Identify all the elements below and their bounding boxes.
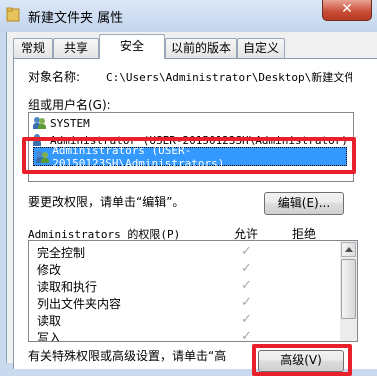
- permission-row: 写入: [37, 329, 62, 342]
- permission-name: 读取: [37, 314, 62, 328]
- tab-general[interactable]: 常规: [13, 38, 53, 58]
- permission-name: 修改: [37, 263, 62, 277]
- permission-row: 读取: [37, 312, 61, 328]
- allow-check-icon: ✓: [241, 295, 252, 310]
- permissions-list[interactable]: 完全控制 ✓ 修改 ✓ 读取和执行 ✓ 列出文件夹内容 ✓ 读取 ✓ 写入 ✓: [28, 240, 342, 342]
- tab-label: 以前的版本: [170, 41, 231, 55]
- tab-sharing[interactable]: 共享: [53, 38, 99, 58]
- permission-row: 列出文件夹内容: [37, 295, 121, 311]
- permission-name: 完全控制: [37, 246, 86, 260]
- permission-name: 读取和执行: [37, 280, 98, 294]
- users-icon: [33, 117, 47, 129]
- permissions-scrollbar[interactable]: [340, 240, 358, 342]
- permission-row: 读取和执行: [37, 278, 97, 294]
- special-permissions-hint: 有关特殊权限或高级设置，请单击“高: [28, 349, 227, 363]
- tab-customize[interactable]: 自定义: [237, 38, 285, 58]
- allow-check-icon: ✓: [241, 278, 252, 293]
- permission-name: 列出文件夹内容: [37, 297, 122, 311]
- chevron-up-icon: [345, 247, 353, 252]
- permission-row: 修改: [37, 261, 61, 277]
- scroll-up-button[interactable]: [341, 242, 356, 257]
- tab-label: 安全: [119, 39, 144, 53]
- tab-label: 自定义: [242, 41, 279, 55]
- window-title: 新建文件夹 属性: [28, 11, 124, 26]
- highlight-box: [252, 344, 352, 376]
- edit-button[interactable]: 编辑(E)...: [264, 192, 344, 215]
- object-name-label: 对象名称:: [28, 70, 81, 84]
- list-item[interactable]: SYSTEM: [33, 114, 90, 132]
- edit-button-label: 编辑(E)...: [277, 196, 331, 210]
- allow-check-icon: ✓: [241, 329, 252, 342]
- tab-security[interactable]: 安全: [99, 34, 165, 59]
- permission-name: 写入: [37, 331, 62, 342]
- folder-icon: [6, 7, 20, 22]
- close-icon: ✕: [341, 1, 353, 17]
- close-button[interactable]: ✕: [322, 0, 372, 21]
- tab-label: 共享: [63, 41, 88, 55]
- allow-check-icon: ✓: [241, 244, 252, 259]
- tab-label: 常规: [20, 41, 45, 55]
- scroll-thumb[interactable]: [341, 259, 356, 319]
- highlight-box: [22, 137, 356, 174]
- allow-check-icon: ✓: [241, 261, 252, 276]
- change-hint: 要更改权限，请单击“编辑”。: [28, 195, 185, 209]
- allow-check-icon: ✓: [241, 312, 252, 327]
- title-bar[interactable]: 新建文件夹 属性 ✕: [0, 0, 377, 32]
- group-user-label: 组或用户名(G):: [28, 98, 111, 112]
- user-name: SYSTEM: [50, 116, 90, 130]
- tab-previous-versions[interactable]: 以前的版本: [165, 38, 237, 58]
- permission-row: 完全控制: [37, 244, 85, 260]
- object-name-value: C:\Users\Administrator\Desktop\新建文件夹: [106, 71, 352, 84]
